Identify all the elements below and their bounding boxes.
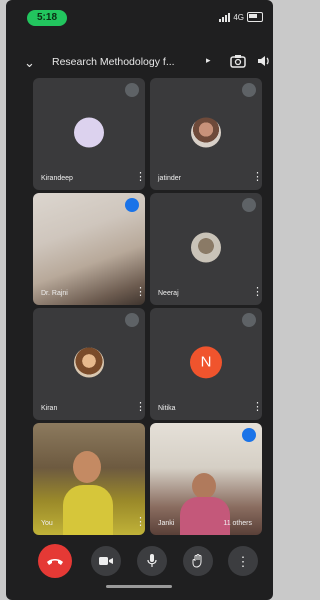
mic-off-icon — [242, 313, 256, 327]
avatar — [191, 232, 221, 263]
mic-off-icon — [242, 198, 256, 212]
video-body — [180, 497, 230, 535]
avatar — [74, 347, 104, 378]
participant-tile-you[interactable]: You ⋮ — [33, 423, 145, 535]
participant-tile-nitika[interactable]: N Nitika ⋮ — [150, 308, 262, 420]
more-vert-icon[interactable]: ⋮ — [252, 287, 262, 299]
participant-name: Janki — [158, 520, 175, 527]
participant-tile-janki[interactable]: Janki 11 others — [150, 423, 262, 535]
mic-off-icon — [242, 83, 256, 97]
status-indicators: 4G — [219, 12, 263, 22]
mic-icon — [147, 554, 157, 567]
speaker-icon[interactable] — [256, 53, 272, 69]
avatar: N — [190, 346, 222, 379]
more-vert-icon: ⋮ — [236, 553, 250, 569]
participant-name: You — [41, 520, 53, 527]
others-count[interactable]: 11 others — [223, 520, 252, 527]
status-bar: 5:18 4G — [6, 6, 273, 30]
call-controls: ⋮ — [6, 540, 273, 590]
mic-off-icon — [125, 313, 139, 327]
video-face — [192, 473, 216, 499]
battery-icon — [247, 12, 263, 22]
speaking-indicator-icon — [242, 428, 256, 442]
participant-tile-neeraj[interactable]: Neeraj ⋮ — [150, 193, 262, 305]
avatar — [74, 117, 104, 148]
participant-name: Nitika — [158, 405, 176, 412]
participant-name: Kiran — [41, 405, 58, 412]
participant-tile-kirandeep[interactable]: Kirandeep ⋮ — [33, 78, 145, 190]
participant-tile-jatinder[interactable]: jatinder ⋮ — [150, 78, 262, 190]
hand-icon — [192, 554, 202, 568]
meeting-header: ⌄ Research Methodology f... ▸ — [6, 50, 273, 76]
more-vert-icon[interactable]: ⋮ — [252, 172, 262, 184]
more-vert-icon[interactable]: ⋮ — [135, 517, 145, 529]
signal-icon — [219, 12, 231, 22]
camera-switch-icon[interactable] — [229, 53, 247, 69]
network-type: 4G — [233, 12, 244, 22]
status-time: 5:18 — [27, 10, 67, 26]
participant-tile-kiran[interactable]: Kiran ⋮ — [33, 308, 145, 420]
home-indicator — [106, 585, 172, 588]
participant-name: Dr. Rajni — [41, 290, 68, 297]
play-arrow-icon[interactable]: ▸ — [206, 55, 211, 66]
more-vert-icon[interactable]: ⋮ — [135, 287, 145, 299]
video-body — [63, 485, 113, 535]
more-vert-icon[interactable]: ⋮ — [135, 172, 145, 184]
participant-name: jatinder — [158, 175, 181, 182]
chevron-down-icon[interactable]: ⌄ — [24, 55, 35, 71]
microphone-toggle-button[interactable] — [137, 546, 167, 576]
end-call-button[interactable] — [38, 544, 72, 578]
meet-screen: 5:18 4G ⌄ Research Methodology f... ▸ Ki… — [6, 0, 273, 600]
meeting-title[interactable]: Research Methodology f... — [52, 56, 175, 68]
more-vert-icon[interactable]: ⋮ — [135, 402, 145, 414]
phone-hangup-icon — [47, 559, 63, 565]
speaking-indicator-icon — [125, 198, 139, 212]
avatar — [191, 117, 221, 148]
more-vert-icon[interactable]: ⋮ — [252, 402, 262, 414]
videocam-icon — [99, 557, 113, 565]
participant-name: Neeraj — [158, 290, 179, 297]
raise-hand-button[interactable] — [183, 546, 213, 576]
video-face — [73, 451, 101, 483]
participant-tile-dr-rajni[interactable]: Dr. Rajni ⋮ — [33, 193, 145, 305]
mic-off-icon — [125, 83, 139, 97]
participant-name: Kirandeep — [41, 175, 73, 182]
camera-toggle-button[interactable] — [91, 546, 121, 576]
more-options-button[interactable]: ⋮ — [228, 546, 258, 576]
